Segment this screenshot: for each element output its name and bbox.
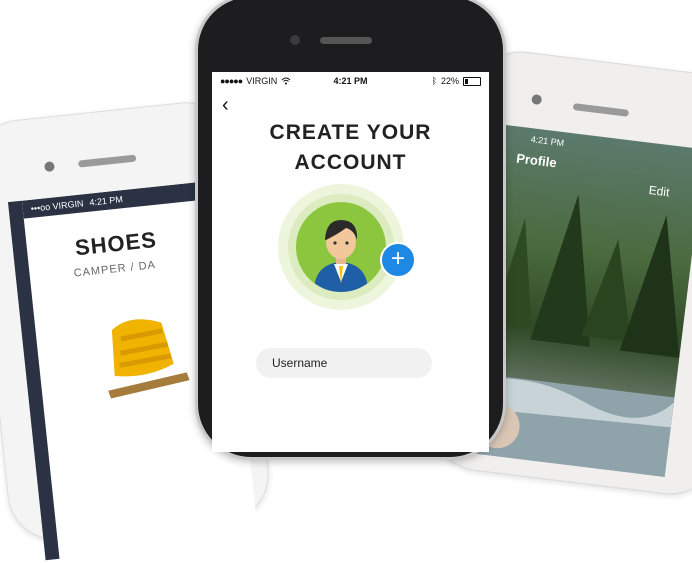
title-line-2: ACCOUNT <box>294 151 407 174</box>
username-input[interactable] <box>270 355 429 371</box>
front-camera <box>43 161 55 173</box>
status-time: 4:21 PM <box>333 76 368 86</box>
add-photo-button[interactable]: + <box>380 242 416 278</box>
status-bar: •••oo VIRGIN 4:21 PM <box>21 179 223 219</box>
sandal-image <box>108 319 190 399</box>
earpiece-speaker <box>572 103 630 117</box>
status-bar: ●●●●● VIRGIN 4:21 PM ᛒ 22% <box>212 72 489 90</box>
user-avatar-illustration <box>314 220 368 292</box>
status-time: 4:21 PM <box>88 194 124 208</box>
earpiece-speaker <box>320 37 372 44</box>
title-line-1: CREATE YOUR <box>269 121 432 144</box>
battery-percent: 22% <box>440 76 459 86</box>
product-title: SHOES <box>73 226 158 261</box>
wifi-icon <box>281 77 291 85</box>
page-title: CREATE YOUR ACCOUNT <box>212 118 489 178</box>
earpiece-speaker <box>77 154 137 168</box>
avatar <box>296 202 386 292</box>
username-field[interactable] <box>256 348 432 378</box>
signal-dots-icon: ●●●●● <box>220 76 243 86</box>
front-camera <box>290 35 300 45</box>
front-camera <box>531 93 543 106</box>
center-phone: ●●●●● VIRGIN 4:21 PM ᛒ 22% ‹ CREATE YOUR… <box>195 0 506 460</box>
back-chevron-icon[interactable]: ‹ <box>222 94 229 117</box>
carrier-label: •••oo VIRGIN <box>30 198 84 214</box>
bluetooth-icon: ᛒ <box>431 76 437 86</box>
edit-button[interactable]: Edit <box>648 183 670 199</box>
create-account-screen: ●●●●● VIRGIN 4:21 PM ᛒ 22% ‹ CREATE YOUR… <box>212 72 489 452</box>
battery-icon <box>463 76 481 86</box>
product-subtitle: CAMPER / DA <box>73 259 157 280</box>
add-plus-icon: + <box>390 245 405 272</box>
carrier-label: VIRGIN <box>246 76 278 86</box>
